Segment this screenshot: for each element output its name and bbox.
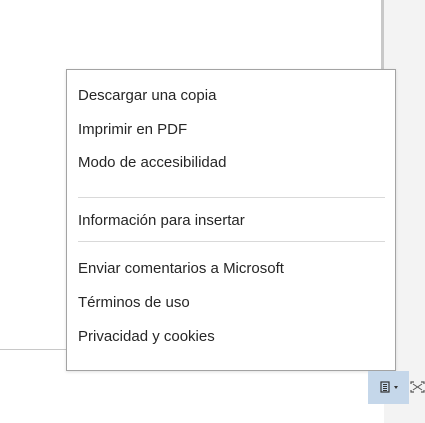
menu-item-terms-of-use[interactable]: Términos de uso <box>67 287 395 319</box>
document-menu-button[interactable] <box>368 371 409 404</box>
menu-separator <box>78 197 385 198</box>
chevron-down-icon <box>394 386 398 389</box>
menu-item-privacy-cookies[interactable]: Privacidad y cookies <box>67 321 395 353</box>
menu-item-print-pdf[interactable]: Imprimir en PDF <box>67 114 395 146</box>
fullscreen-icon <box>410 381 425 393</box>
fullscreen-button[interactable] <box>410 371 425 404</box>
options-menu: Descargar una copia Imprimir en PDF Modo… <box>66 69 396 371</box>
menu-item-embed-info[interactable]: Información para insertar <box>67 205 395 237</box>
menu-separator <box>78 241 385 242</box>
document-icon <box>380 381 398 393</box>
menu-item-accessibility-mode[interactable]: Modo de accesibilidad <box>67 147 395 179</box>
menu-item-send-feedback[interactable]: Enviar comentarios a Microsoft <box>67 253 395 285</box>
menu-item-download-copy[interactable]: Descargar una copia <box>67 80 395 112</box>
